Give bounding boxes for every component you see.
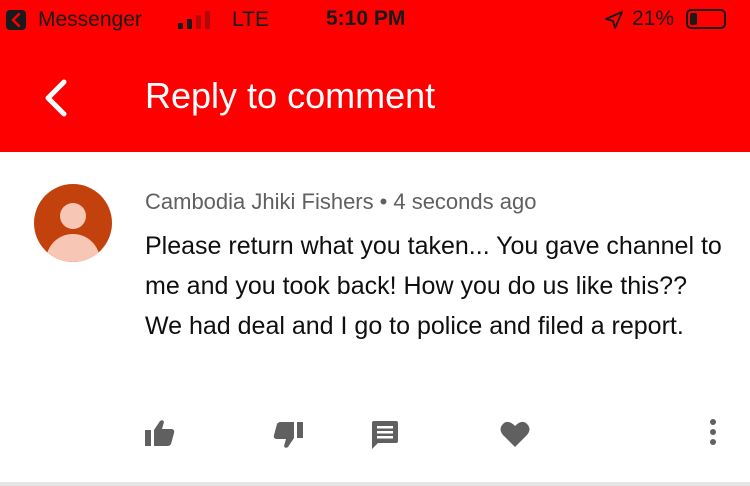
signal-bars-icon: [178, 11, 216, 29]
signal-bar: [205, 11, 210, 29]
reply-comment-icon[interactable]: [370, 420, 400, 450]
comment-text: Please return what you taken... You gave…: [145, 232, 722, 340]
heart-icon[interactable]: [500, 420, 530, 448]
network-type: LTE: [232, 8, 269, 31]
back-to-app-icon[interactable]: [6, 10, 26, 30]
chevron-left-icon: [45, 79, 67, 117]
battery-icon: [686, 9, 726, 29]
meta-separator: •: [379, 189, 388, 214]
default-user-avatar-icon[interactable]: [34, 184, 112, 262]
page-title: Reply to comment: [145, 75, 436, 116]
status-bar: Messenger LTE 5:10 PM 21%: [0, 0, 750, 40]
signal-bar: [178, 23, 183, 29]
bottom-divider: [0, 482, 750, 486]
battery-fill: [690, 13, 697, 25]
signal-bar: [196, 15, 201, 29]
thumbs-down-icon[interactable]: [272, 420, 304, 450]
comment-card: Cambodia Jhiki Fishers • 4 seconds ago Ple…: [0, 152, 750, 482]
signal-bar: [187, 19, 192, 29]
more-vert-icon[interactable]: [706, 418, 720, 448]
comment-time: 4 seconds ago: [393, 189, 537, 214]
battery-percent: 21%: [632, 7, 675, 30]
app-bar: Reply to comment: [0, 40, 750, 152]
back-button[interactable]: [36, 76, 80, 120]
battery-nub: [726, 16, 729, 23]
location-arrow-icon: [605, 11, 623, 29]
avatar-head: [60, 203, 86, 229]
thumbs-up-icon[interactable]: [144, 418, 176, 448]
status-time: 5:10 PM: [326, 7, 406, 30]
avatar-body: [46, 234, 100, 262]
comment-author[interactable]: Cambodia Jhiki Fishers: [145, 189, 374, 214]
comment-meta: Cambodia Jhiki Fishers • 4 seconds ago: [145, 189, 536, 215]
back-to-app-label[interactable]: Messenger: [38, 8, 142, 32]
